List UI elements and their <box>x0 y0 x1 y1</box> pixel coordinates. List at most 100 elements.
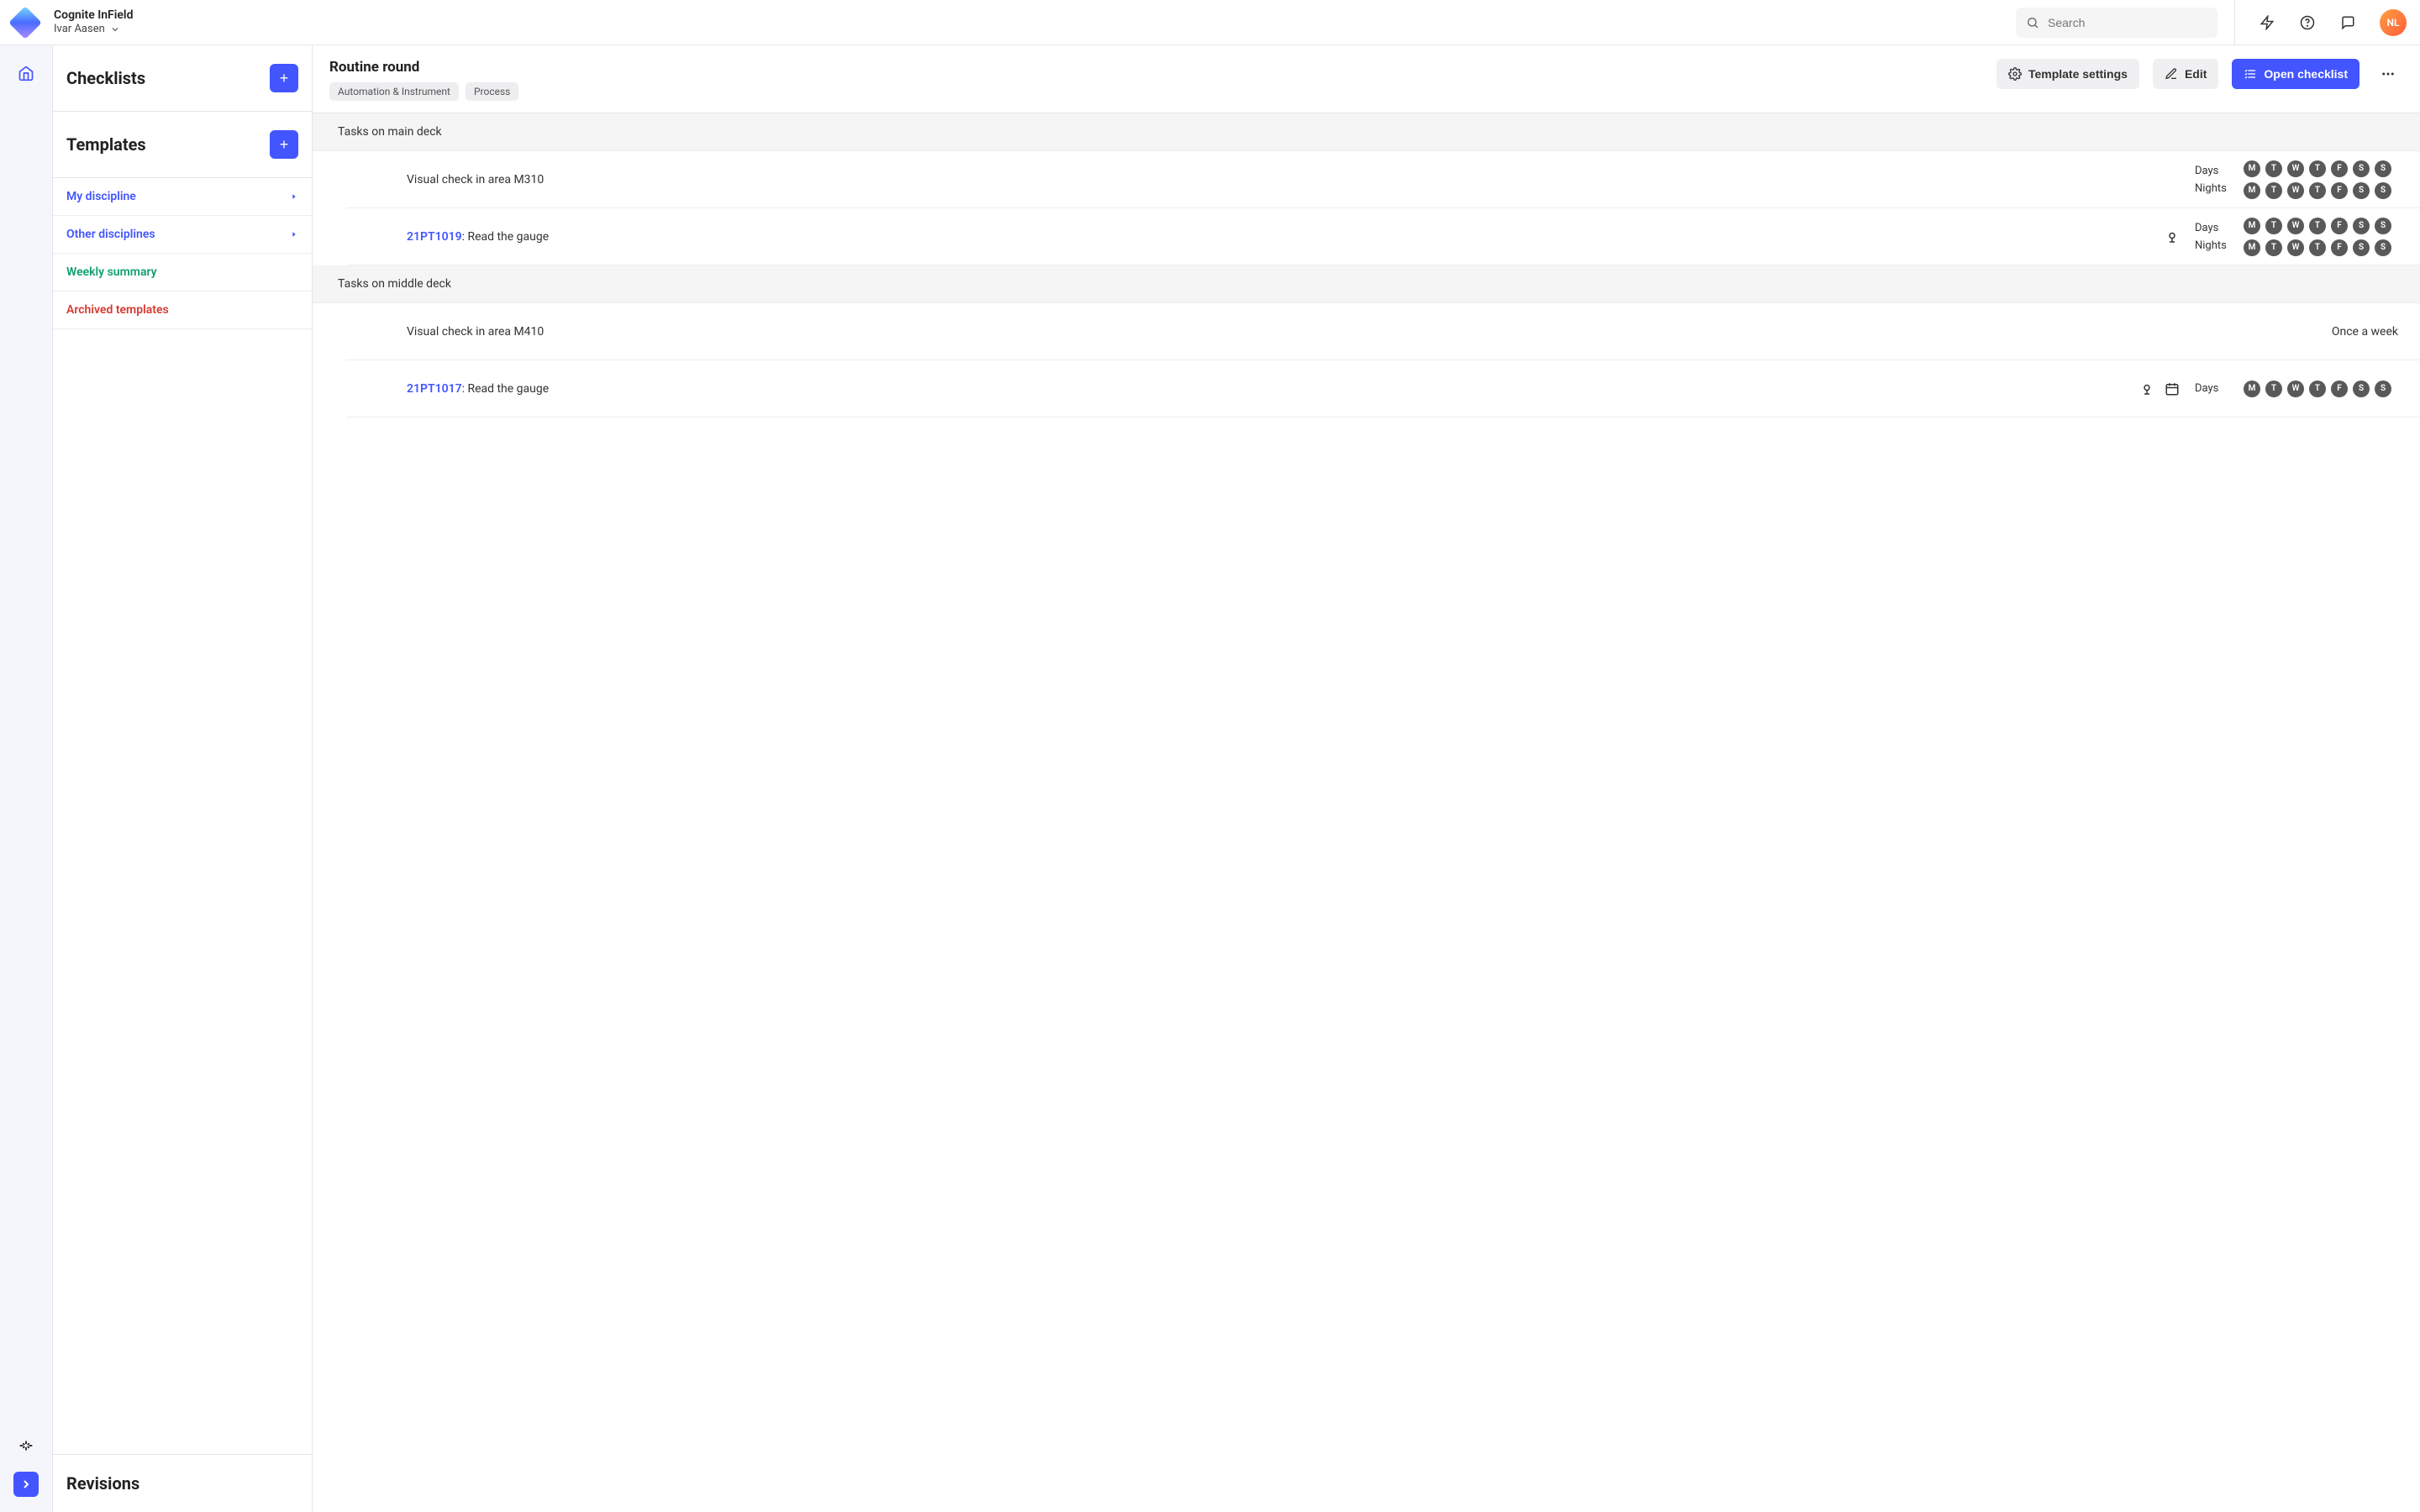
day-dots: MTWTFSS <box>2244 381 2391 397</box>
schedule-label: Days <box>2195 382 2230 395</box>
sidebar-item-label: Other disciplines <box>66 228 155 241</box>
task-row[interactable]: 21PT1017: Read the gauge Days MTWTFSS <box>346 360 2420 417</box>
gear-icon <box>2008 67 2022 81</box>
day-dot: F <box>2331 239 2348 256</box>
button-label: Edit <box>2185 67 2207 81</box>
day-dot: W <box>2287 160 2304 177</box>
sidebar-item-my-discipline[interactable]: My discipline <box>53 178 312 216</box>
day-dot: S <box>2353 182 2370 199</box>
add-template-button[interactable]: + <box>270 130 298 159</box>
task-group-header: Tasks on middle deck <box>313 265 2420 303</box>
more-horizontal-icon <box>2381 66 2396 81</box>
task-label: 21PT1017: Read the gauge <box>407 382 549 396</box>
task-label: Visual check in area M310 <box>407 173 544 186</box>
schedule-labels: Days Nights <box>2195 165 2232 195</box>
sidebar-item-label: Weekly summary <box>66 265 157 279</box>
chat-button[interactable] <box>2333 8 2363 38</box>
day-dot: S <box>2353 381 2370 397</box>
task-label: 21PT1019: Read the gauge <box>407 230 549 244</box>
chevron-right-icon <box>290 230 298 239</box>
day-dot: S <box>2375 218 2391 234</box>
add-checklist-button[interactable]: + <box>270 64 298 92</box>
topbar: Cognite InField Ivar Aasen NL <box>0 0 2420 45</box>
search-icon <box>2026 16 2039 29</box>
avatar[interactable]: NL <box>2380 9 2407 36</box>
divider <box>2234 0 2235 45</box>
calendar-icon <box>2165 381 2180 396</box>
task-row[interactable]: 21PT1019: Read the gaugeDaysNightsMTWTFS… <box>346 208 2420 265</box>
day-dot: T <box>2309 218 2326 234</box>
rail-api[interactable] <box>13 1433 39 1458</box>
project-selector[interactable]: Ivar Aasen <box>54 23 133 36</box>
schedule-days: MTWTFSSMTWTFSS <box>2244 218 2391 256</box>
schedule-days: MTWTFSS MTWTFSS <box>2244 160 2391 199</box>
day-dots: MTWTFSS <box>2244 160 2391 177</box>
day-dot: M <box>2244 239 2260 256</box>
day-dot: S <box>2353 239 2370 256</box>
sidebar-revisions-header[interactable]: Revisions <box>53 1454 312 1512</box>
asset-link[interactable]: 21PT1017 <box>407 382 462 396</box>
sidebar-item-other-disciplines[interactable]: Other disciplines <box>53 216 312 254</box>
checklist-icon <box>2244 67 2257 81</box>
schedule-days: MTWTFSS <box>2244 381 2391 397</box>
sidebar-item-archived[interactable]: Archived templates <box>53 291 312 329</box>
template-settings-button[interactable]: Template settings <box>1996 59 2139 89</box>
sidebar-templates-header: Templates + <box>53 112 312 178</box>
day-dot: W <box>2287 239 2304 256</box>
plus-icon: + <box>280 136 289 154</box>
day-dot: S <box>2353 218 2370 234</box>
asset-link[interactable]: 21PT1019 <box>407 230 462 244</box>
more-button[interactable] <box>2373 59 2403 89</box>
task-text: : Read the gauge <box>462 382 550 396</box>
day-dot: T <box>2309 160 2326 177</box>
day-dot: W <box>2287 182 2304 199</box>
sidebar-item-weekly-summary[interactable]: Weekly summary <box>53 254 312 291</box>
task-icons <box>2139 381 2180 396</box>
sidebar: Checklists + Templates + My discipline O… <box>52 45 313 1512</box>
day-dot: F <box>2331 218 2348 234</box>
rail-home[interactable] <box>13 60 39 86</box>
help-button[interactable] <box>2292 8 2323 38</box>
frequency-text: Once a week <box>2332 325 2403 339</box>
day-dot: S <box>2353 160 2370 177</box>
day-dot: W <box>2287 218 2304 234</box>
task-text: : Read the gauge <box>462 230 550 244</box>
location-icon <box>2165 229 2180 244</box>
day-dot: T <box>2309 381 2326 397</box>
day-dot: T <box>2309 239 2326 256</box>
day-dots: MTWTFSS <box>2244 182 2391 199</box>
page-title: Routine round <box>329 59 518 76</box>
chevron-right-icon <box>290 192 298 201</box>
search-input[interactable] <box>2048 16 2207 29</box>
schedule-label: Days <box>2195 165 2230 177</box>
nav-rail <box>0 45 52 1512</box>
main-content: Routine round Automation & Instrument Pr… <box>313 45 2420 1512</box>
plus-icon: + <box>280 70 289 87</box>
project-name: Ivar Aasen <box>54 23 105 36</box>
lightning-button[interactable] <box>2252 8 2282 38</box>
chat-icon <box>2340 15 2355 30</box>
open-checklist-button[interactable]: Open checklist <box>2232 59 2360 89</box>
sidebar-checklists-header: Checklists + <box>53 45 312 112</box>
tag: Automation & Instrument <box>329 82 459 101</box>
day-dots: MTWTFSS <box>2244 218 2391 234</box>
rail-expand[interactable] <box>13 1472 39 1497</box>
task-row[interactable]: Visual check in area M310 Days Nights MTWTF… <box>346 151 2420 208</box>
pencil-icon <box>2165 67 2178 81</box>
schedule-label: Nights <box>2195 182 2230 195</box>
day-dot: T <box>2265 239 2282 256</box>
search-box[interactable] <box>2016 8 2217 38</box>
day-dot: S <box>2375 160 2391 177</box>
day-dot: W <box>2287 381 2304 397</box>
edit-button[interactable]: Edit <box>2153 59 2218 89</box>
task-group-header: Tasks on main deck <box>313 113 2420 151</box>
logo-icon <box>8 6 42 39</box>
day-dots: MTWTFSS <box>2244 239 2391 256</box>
task-row[interactable]: Visual check in area M410 Once a week <box>346 303 2420 360</box>
task-label: Visual check in area M410 <box>407 325 544 339</box>
day-dot: S <box>2375 239 2391 256</box>
day-dot: M <box>2244 218 2260 234</box>
day-dot: T <box>2309 182 2326 199</box>
day-dot: F <box>2331 182 2348 199</box>
app-title-block: Cognite InField Ivar Aasen <box>54 8 133 35</box>
